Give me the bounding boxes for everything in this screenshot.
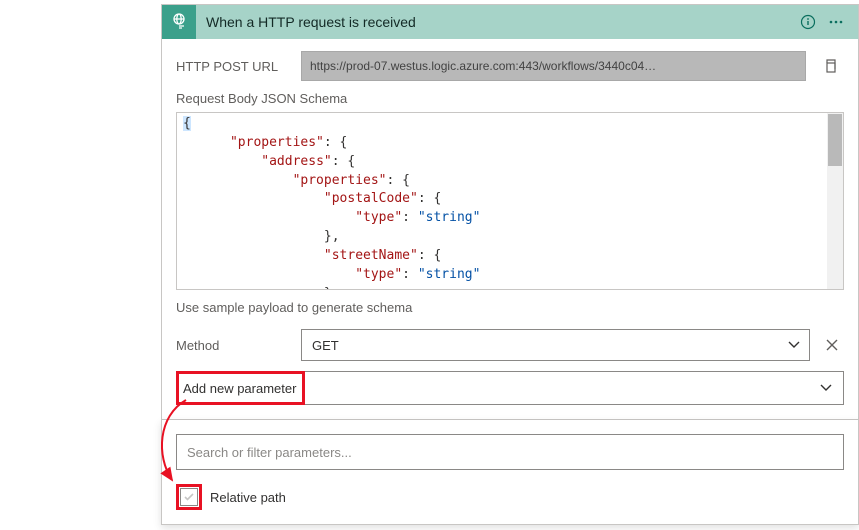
chevron-down-icon: [787, 338, 801, 352]
card-header: When a HTTP request is received: [162, 5, 858, 39]
method-select[interactable]: GET: [301, 329, 810, 361]
add-parameter-dropdown[interactable]: Add new parameter: [176, 371, 844, 405]
clear-method-button[interactable]: [820, 333, 844, 357]
more-button[interactable]: [822, 8, 850, 36]
chevron-down-icon: [819, 381, 833, 395]
relative-path-checkbox[interactable]: [180, 488, 198, 506]
schema-textarea[interactable]: { "properties": { "address": { "properti…: [176, 112, 844, 290]
http-trigger-icon: [162, 5, 196, 39]
url-value[interactable]: https://prod-07.westus.logic.azure.com:4…: [301, 51, 806, 81]
method-value: GET: [312, 338, 339, 353]
schema-label: Request Body JSON Schema: [176, 91, 844, 106]
add-parameter-label: Add new parameter: [176, 371, 305, 405]
info-button[interactable]: [794, 8, 822, 36]
scrollbar[interactable]: [827, 113, 843, 289]
parameter-option-row[interactable]: Relative path: [176, 484, 844, 510]
sample-payload-link[interactable]: Use sample payload to generate schema: [176, 300, 412, 315]
parameter-search-input[interactable]: [176, 434, 844, 470]
card-title: When a HTTP request is received: [206, 14, 794, 30]
trigger-card: When a HTTP request is received HTTP POS…: [161, 4, 859, 420]
parameter-dropdown-panel: Relative path: [161, 420, 859, 525]
method-label: Method: [176, 338, 291, 353]
copy-button[interactable]: [816, 52, 844, 80]
card-body: HTTP POST URL https://prod-07.westus.log…: [162, 39, 858, 419]
url-label: HTTP POST URL: [176, 59, 291, 74]
parameter-option-label: Relative path: [210, 490, 286, 505]
